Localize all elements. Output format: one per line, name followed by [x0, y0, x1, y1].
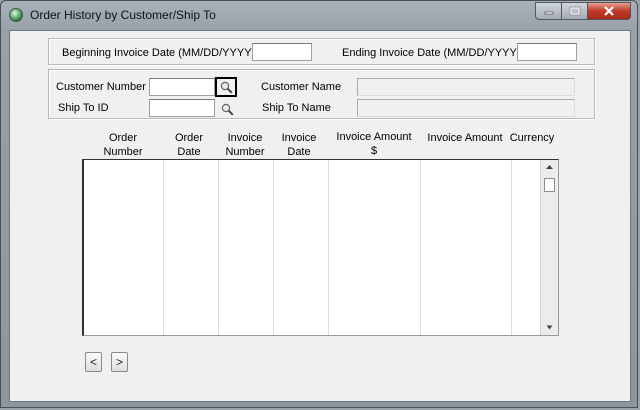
next-page-button[interactable]: > — [111, 352, 128, 372]
scrollbar-thumb[interactable] — [544, 178, 555, 192]
customer-group: Customer Number Customer Name Ship To ID… — [48, 69, 595, 119]
minimize-icon — [544, 11, 553, 15]
begin-date-label: Beginning Invoice Date (MM/DD/YYYY) — [62, 47, 256, 59]
window-client-area: Beginning Invoice Date (MM/DD/YYYY) Endi… — [9, 30, 631, 402]
header-line: Invoice Amount — [427, 132, 503, 144]
title-bar[interactable]: Order History by Customer/Ship To — [1, 1, 637, 29]
customer-number-field[interactable] — [149, 78, 215, 96]
header-line: Invoice Amount — [336, 131, 412, 143]
header-line: Invoice — [281, 132, 317, 144]
header-line: Date — [287, 146, 311, 158]
ship-to-lookup-button[interactable] — [216, 99, 238, 119]
grid-vertical-scrollbar[interactable] — [540, 160, 558, 335]
chevron-right-icon: > — [115, 355, 123, 369]
customer-name-field — [357, 78, 575, 96]
app-globe-icon[interactable] — [9, 8, 23, 22]
ship-to-id-label: Ship To ID — [58, 102, 109, 114]
chevron-left-icon: < — [89, 355, 97, 369]
magnifier-icon — [221, 103, 234, 116]
maximize-icon — [569, 6, 580, 16]
column-divider — [328, 160, 329, 335]
header-line: Number — [103, 146, 143, 158]
column-divider — [163, 160, 164, 335]
ship-to-name-field — [357, 99, 575, 117]
minimize-button[interactable] — [535, 2, 561, 20]
col-header-invoice-date[interactable]: Invoice Date — [270, 131, 328, 159]
col-header-invoice-number[interactable]: Invoice Number — [216, 131, 274, 159]
col-header-invoice-amount-usd[interactable]: Invoice Amount $ — [329, 130, 419, 158]
order-history-grid[interactable] — [82, 159, 559, 336]
col-header-currency[interactable]: Currency — [506, 131, 558, 145]
ship-to-id-field[interactable] — [149, 99, 215, 117]
close-icon — [604, 6, 614, 16]
column-divider — [511, 160, 512, 335]
magnifier-icon — [220, 81, 233, 94]
scroll-down-arrow-icon[interactable] — [546, 325, 553, 330]
window-title: Order History by Customer/Ship To — [30, 8, 216, 22]
order-history-window: Order History by Customer/Ship To Beginn… — [0, 0, 638, 408]
begin-date-field[interactable] — [252, 43, 312, 61]
column-divider — [273, 160, 274, 335]
col-header-order-number[interactable]: Order Number — [96, 131, 150, 159]
maximize-button[interactable] — [561, 2, 587, 20]
scroll-up-arrow-icon[interactable] — [545, 164, 554, 170]
header-line: Date — [177, 146, 201, 158]
date-range-group: Beginning Invoice Date (MM/DD/YYYY) Endi… — [48, 38, 595, 65]
header-line: Invoice — [227, 132, 263, 144]
end-date-label: Ending Invoice Date (MM/DD/YYYY) — [342, 47, 521, 59]
header-line: Order — [174, 132, 204, 144]
header-line: $ — [370, 145, 378, 157]
header-line: Number — [225, 146, 265, 158]
column-divider — [420, 160, 421, 335]
customer-name-label: Customer Name — [261, 81, 342, 93]
close-button[interactable] — [587, 2, 631, 20]
end-date-field[interactable] — [517, 43, 577, 61]
customer-lookup-button[interactable] — [215, 77, 237, 97]
customer-number-label: Customer Number — [56, 81, 146, 93]
caption-buttons — [535, 2, 631, 21]
column-divider — [218, 160, 219, 335]
header-line: Currency — [509, 132, 555, 144]
header-line: Order — [108, 132, 138, 144]
col-header-invoice-amount[interactable]: Invoice Amount — [422, 131, 508, 145]
ship-to-name-label: Ship To Name — [262, 102, 331, 114]
prev-page-button[interactable]: < — [85, 352, 102, 372]
col-header-order-date[interactable]: Order Date — [160, 131, 218, 159]
